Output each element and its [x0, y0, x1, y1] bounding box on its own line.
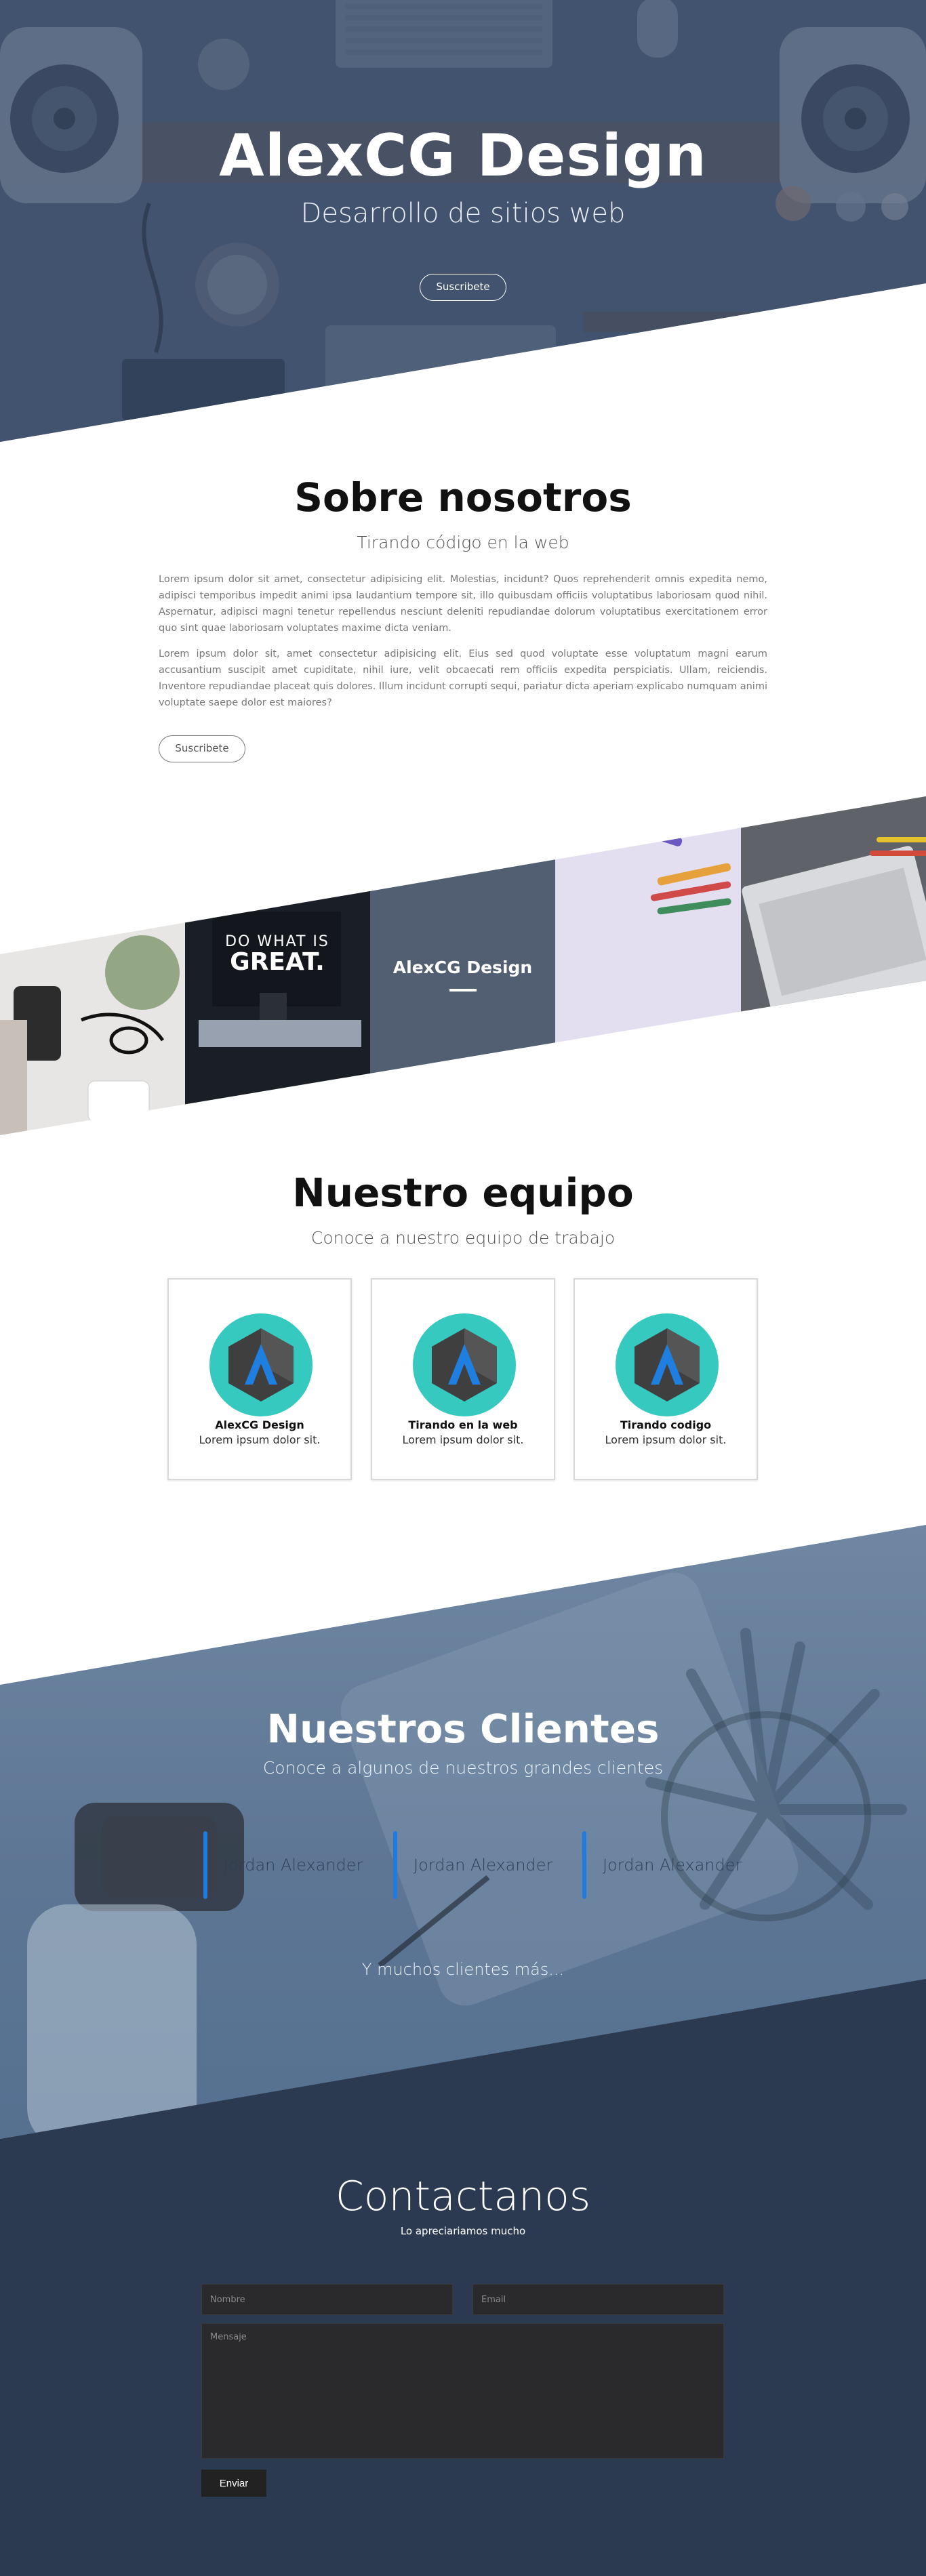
gallery-brand-underline — [449, 989, 477, 991]
team-member-desc: Lorem ipsum dolor sit. — [402, 1433, 524, 1446]
gallery-photo-pens — [555, 796, 741, 1135]
gallery-brand-label: AlexCG Design — [392, 958, 533, 977]
hero-subtitle: Desarrollo de sitios web — [300, 198, 626, 229]
team-member-desc: Lorem ipsum dolor sit. — [605, 1433, 727, 1446]
hero-subscribe-button[interactable]: Suscribete — [420, 274, 506, 301]
about-paragraph-1: Lorem ipsum dolor sit amet, consectetur … — [159, 574, 767, 634]
team-logo-icon — [209, 1313, 313, 1416]
clients-title: Nuestros Clientes — [266, 1706, 660, 1752]
team-card: Tirando codigo Lorem ipsum dolor sit. — [573, 1278, 758, 1480]
contact-title: Contactanos — [335, 2173, 591, 2220]
gallery-photo-laptop — [741, 796, 926, 1135]
team-member-name: Tirando codigo — [620, 1418, 712, 1431]
about-title: Sobre nosotros — [294, 474, 632, 520]
gallery-photo-desk — [0, 796, 185, 1135]
team-title: Nuestro equipo — [292, 1170, 634, 1216]
clients-more-text: Y muchos clientes más... — [361, 1960, 565, 1979]
client-name: Jordan Alexander — [414, 1856, 553, 1875]
team-card: Tirando en la web Lorem ipsum dolor sit. — [371, 1278, 555, 1480]
clients-subtitle: Conoce a algunos de nuestros grandes cli… — [262, 1758, 664, 1778]
team-subtitle: Conoce a nuestro equipo de trabajo — [310, 1228, 616, 1248]
team-member-name: Tirando en la web — [408, 1418, 518, 1431]
contact-subtitle: Lo apreciariamos mucho — [400, 2225, 526, 2237]
team-card: AlexCG Design Lorem ipsum dolor sit. — [167, 1278, 352, 1480]
team-member-desc: Lorem ipsum dolor sit. — [199, 1433, 321, 1446]
about-subtitle: Tirando código en la web — [357, 533, 569, 552]
team-logo-icon — [616, 1313, 719, 1416]
gallery-strip: DO WHAT IS GREAT. AlexCG Design — [0, 796, 926, 1135]
about-subscribe-button[interactable]: Suscribete — [159, 735, 245, 762]
hero-title: AlexCG Design — [219, 122, 707, 190]
poster-line-2: GREAT. — [230, 948, 325, 976]
client-name: Jordan Alexander — [224, 1856, 363, 1875]
email-field[interactable] — [472, 2284, 724, 2315]
client-accent-bar — [203, 1831, 207, 1899]
team-member-name: AlexCG Design — [215, 1418, 304, 1431]
client-accent-bar — [582, 1831, 586, 1899]
name-field[interactable] — [201, 2284, 453, 2315]
client-accent-bar — [393, 1831, 397, 1899]
team-logo-icon — [413, 1313, 516, 1416]
about-paragraph-2: Lorem ipsum dolor sit, amet consectetur … — [159, 649, 767, 708]
message-field[interactable] — [201, 2323, 724, 2459]
client-name: Jordan Alexander — [603, 1856, 742, 1875]
send-button[interactable]: Enviar — [201, 2470, 266, 2497]
gallery-photo-poster: DO WHAT IS GREAT. — [185, 796, 370, 1135]
